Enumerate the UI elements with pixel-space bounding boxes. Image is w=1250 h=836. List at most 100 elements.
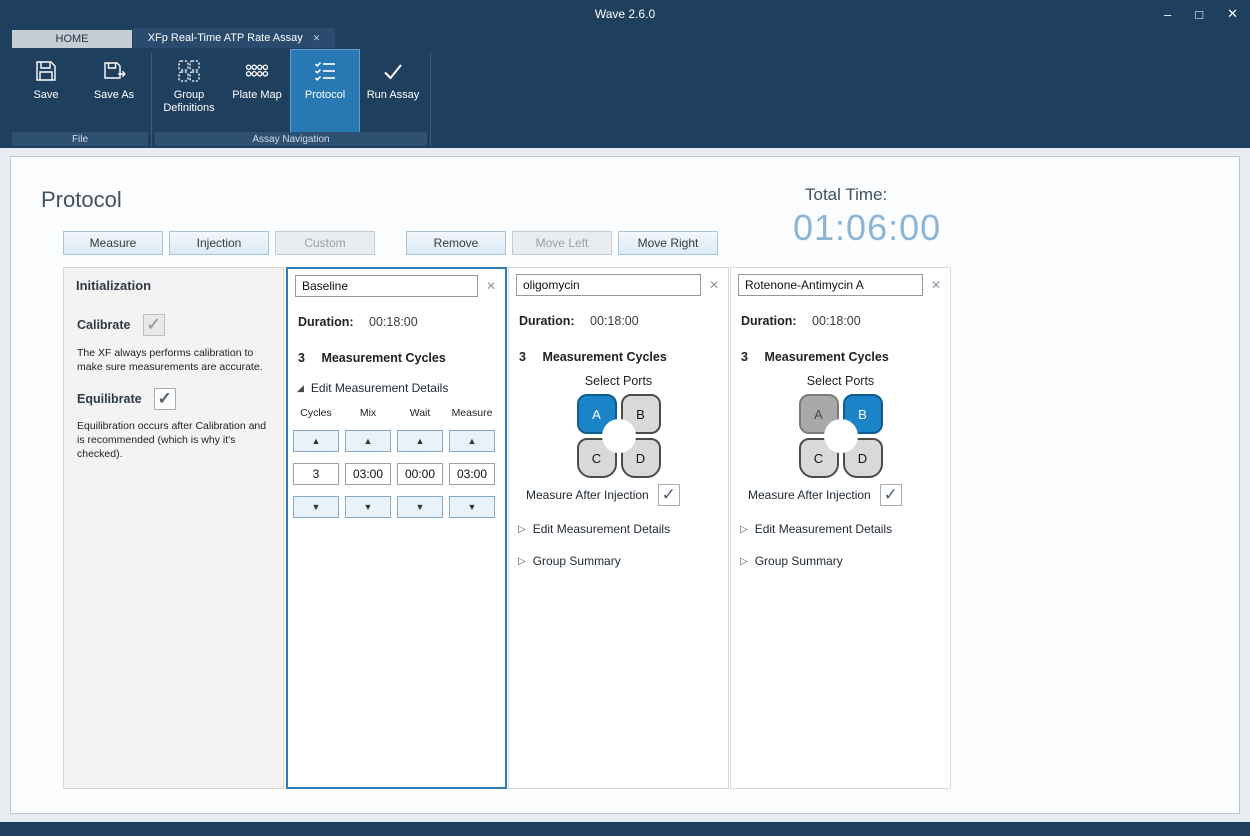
oligomycin-edit-details-expander[interactable]: ▷ Edit Measurement Details <box>518 522 670 536</box>
rotenone-cycles-row: 3 Measurement Cycles <box>741 350 889 364</box>
spin-down-icon: ▼ <box>468 502 477 512</box>
protocol-button[interactable]: Protocol <box>291 50 359 132</box>
move-left-button: Move Left <box>512 231 612 255</box>
column-header-wait: Wait <box>410 407 431 419</box>
ribbon-separator <box>430 52 431 146</box>
calibrate-label: Calibrate <box>77 318 131 332</box>
rotenone-name-row: ✕ <box>738 274 945 296</box>
plate-map-icon <box>244 58 270 84</box>
check-icon: ✓ <box>146 315 160 335</box>
cycle-count: 3 <box>741 350 748 364</box>
rotenone-remove-icon[interactable]: ✕ <box>927 278 945 292</box>
measure-step-panel-baseline[interactable]: ✕ Duration: 00:18:00 3 Measurement Cycle… <box>286 267 507 789</box>
baseline-cycles-row: 3 Measurement Cycles <box>298 351 446 365</box>
measure-after-injection-row: Measure After Injection ✓ <box>526 484 680 506</box>
measure-after-injection-checkbox[interactable]: ✓ <box>880 484 902 506</box>
check-icon: ✓ <box>884 485 898 505</box>
cycle-label: Measurement Cycles <box>542 350 666 364</box>
plate-map-button[interactable]: Plate Map <box>223 50 291 132</box>
protocol-page: Protocol Total Time: 01:06:00 Measure In… <box>10 156 1240 814</box>
group-summary-label: Group Summary <box>755 554 843 568</box>
measure-button[interactable]: Measure <box>63 231 163 255</box>
spin-up-icon: ▲ <box>364 436 373 446</box>
expander-closed-icon: ▷ <box>518 556 526 567</box>
group-definitions-label: Group Definitions <box>155 89 223 114</box>
spin-down-icon: ▼ <box>312 502 321 512</box>
close-icon[interactable]: ✕ <box>1227 6 1238 22</box>
wait-value-input[interactable] <box>397 463 443 485</box>
main-area: Protocol Total Time: 01:06:00 Measure In… <box>0 148 1250 822</box>
save-as-icon <box>101 58 127 84</box>
edit-details-label: Edit Measurement Details <box>533 522 670 536</box>
ribbon-group-assay-navigation: Group Definitions Plate Map <box>155 48 427 148</box>
oligomycin-cycles-row: 3 Measurement Cycles <box>519 350 667 364</box>
run-assay-button[interactable]: Run Assay <box>359 50 427 132</box>
calibrate-row: Calibrate ✓ <box>77 314 165 336</box>
port-cluster-center <box>824 419 858 453</box>
tab-assay[interactable]: XFp Real-Time ATP Rate Assay ✕ <box>133 28 335 48</box>
mix-decrement-button[interactable]: ▼ <box>345 496 391 518</box>
mix-increment-button[interactable]: ▲ <box>345 430 391 452</box>
wait-increment-button[interactable]: ▲ <box>397 430 443 452</box>
oligomycin-duration-row: Duration: 00:18:00 <box>519 314 639 328</box>
oligomycin-remove-icon[interactable]: ✕ <box>705 278 723 292</box>
equilibrate-checkbox[interactable]: ✓ <box>154 388 176 410</box>
duration-value: 00:18:00 <box>812 314 861 328</box>
initialization-title: Initialization <box>76 278 151 293</box>
injection-step-panel-oligomycin[interactable]: ✕ Duration: 00:18:00 3 Measurement Cycle… <box>508 267 729 789</box>
injection-button[interactable]: Injection <box>169 231 269 255</box>
save-button[interactable]: Save <box>12 50 80 132</box>
rotenone-edit-details-expander[interactable]: ▷ Edit Measurement Details <box>740 522 892 536</box>
tab-home[interactable]: HOME <box>12 30 132 48</box>
mix-value-input[interactable] <box>345 463 391 485</box>
cycle-count: 3 <box>298 351 305 365</box>
remove-button[interactable]: Remove <box>406 231 506 255</box>
initialization-panel: Initialization Calibrate ✓ The XF always… <box>63 267 284 789</box>
ribbon-group-file: Save Save As File <box>12 48 148 148</box>
baseline-duration-row: Duration: 00:18:00 <box>298 315 418 329</box>
tab-bar: HOME XFp Real-Time ATP Rate Assay ✕ <box>0 28 1250 48</box>
baseline-name-input[interactable] <box>295 275 478 297</box>
title-bar: Wave 2.6.0 – □ ✕ <box>0 0 1250 28</box>
group-definitions-button[interactable]: Group Definitions <box>155 50 223 132</box>
cycles-decrement-button[interactable]: ▼ <box>293 496 339 518</box>
run-assay-label: Run Assay <box>367 89 420 102</box>
move-right-button[interactable]: Move Right <box>618 231 718 255</box>
column-header-cycles: Cycles <box>300 407 332 419</box>
protocol-toolbar: Measure Injection Custom Remove Move Lef… <box>63 231 718 255</box>
cycle-count: 3 <box>519 350 526 364</box>
save-label: Save <box>33 89 58 102</box>
page-title: Protocol <box>41 187 122 213</box>
measure-after-injection-checkbox[interactable]: ✓ <box>658 484 680 506</box>
group-summary-label: Group Summary <box>533 554 621 568</box>
select-ports-label: Select Ports <box>731 374 950 388</box>
custom-button: Custom <box>275 231 375 255</box>
window-title: Wave 2.6.0 <box>0 0 1250 28</box>
select-ports-label: Select Ports <box>509 374 728 388</box>
oligomycin-group-summary-expander[interactable]: ▷ Group Summary <box>518 554 621 568</box>
maximize-icon[interactable]: □ <box>1195 7 1203 22</box>
cycles-value-input[interactable] <box>293 463 339 485</box>
ribbon-separator <box>151 52 152 146</box>
cycle-label: Measurement Cycles <box>764 350 888 364</box>
baseline-edit-details-expander[interactable]: ◢ Edit Measurement Details <box>297 381 448 395</box>
tab-close-icon[interactable]: ✕ <box>313 33 321 44</box>
wait-decrement-button[interactable]: ▼ <box>397 496 443 518</box>
measure-increment-button[interactable]: ▲ <box>449 430 495 452</box>
cycles-increment-button[interactable]: ▲ <box>293 430 339 452</box>
save-icon <box>33 58 59 84</box>
rotenone-name-input[interactable] <box>738 274 923 296</box>
save-as-button[interactable]: Save As <box>80 50 148 132</box>
measure-after-injection-row: Measure After Injection ✓ <box>748 484 902 506</box>
protocol-icon <box>312 58 338 84</box>
measure-decrement-button[interactable]: ▼ <box>449 496 495 518</box>
baseline-remove-icon[interactable]: ✕ <box>482 279 500 293</box>
total-time-value: 01:06:00 <box>793 207 941 249</box>
tab-assay-label: XFp Real-Time ATP Rate Assay <box>148 32 303 44</box>
injection-step-panel-rotenone-antimycin-a[interactable]: ✕ Duration: 00:18:00 3 Measurement Cycle… <box>730 267 951 789</box>
spin-up-icon: ▲ <box>312 436 321 446</box>
oligomycin-name-input[interactable] <box>516 274 701 296</box>
minimize-icon[interactable]: – <box>1164 7 1171 22</box>
rotenone-group-summary-expander[interactable]: ▷ Group Summary <box>740 554 843 568</box>
measure-value-input[interactable] <box>449 463 495 485</box>
